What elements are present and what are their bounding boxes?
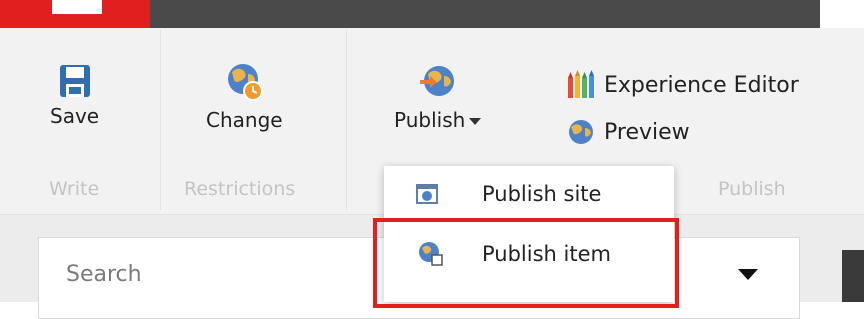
save-button[interactable]: Save — [50, 64, 99, 128]
chevron-down-icon[interactable] — [738, 269, 758, 280]
chevron-down-icon — [469, 118, 482, 125]
side-panel-edge — [842, 250, 864, 302]
preview-button[interactable]: Preview — [566, 117, 690, 147]
menu-item-publish-site[interactable]: Publish site — [384, 168, 674, 220]
preview-globe-icon — [569, 120, 593, 144]
group-label-restrictions: Restrictions — [184, 178, 296, 200]
publish-site-icon — [416, 184, 438, 204]
experience-editor-label: Experience Editor — [604, 72, 799, 98]
save-icon — [59, 65, 90, 97]
logo-area — [52, 0, 102, 14]
highlight-box — [373, 218, 679, 308]
menu-item-label: Publish site — [482, 182, 602, 206]
divider — [346, 30, 347, 210]
publish-label: Publish — [394, 108, 482, 132]
group-label-publish: Publish — [718, 178, 786, 200]
change-restrictions-button[interactable]: Change — [206, 62, 283, 132]
publish-dropdown-button[interactable]: Publish — [394, 62, 482, 132]
experience-editor-button[interactable]: Experience Editor — [566, 70, 799, 100]
globe-clock-icon — [228, 64, 264, 101]
publish-globe-icon — [419, 66, 454, 96]
save-label: Save — [50, 104, 100, 128]
divider — [160, 30, 161, 210]
experience-editor-icon — [568, 70, 594, 98]
change-label: Change — [206, 108, 283, 132]
top-bar — [0, 0, 820, 28]
search-placeholder: Search — [66, 262, 142, 287]
preview-label: Preview — [604, 119, 690, 145]
group-label-write: Write — [49, 178, 100, 200]
